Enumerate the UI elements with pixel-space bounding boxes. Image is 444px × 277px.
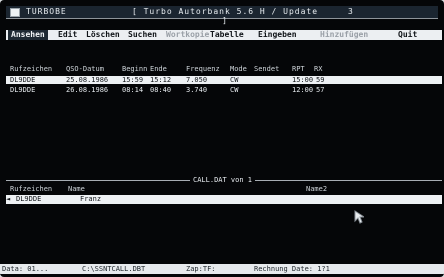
- cell-mode: CW: [230, 86, 239, 94]
- cell-rufzeichen: DL9DDE: [10, 76, 36, 84]
- col-name: Name: [68, 185, 85, 193]
- menu-bar: Ansehen Edit Löschen Suchen Wortkopie Ta…: [6, 30, 442, 40]
- cell-rufzeichen: DL9DDE: [10, 86, 36, 94]
- cell-rpt: 12:00: [292, 86, 314, 94]
- menu-wortkopie[interactable]: Wortkopie: [166, 30, 209, 40]
- col-beginn: Beginn: [122, 65, 148, 73]
- row-pointer-icon: ◄: [6, 195, 11, 203]
- cell-rpt: 15:00: [292, 76, 314, 84]
- cell-beginn: 08:14: [122, 86, 144, 94]
- cell-mode: CW: [230, 76, 239, 84]
- col-rpt: RPT: [292, 65, 305, 73]
- menu-loeschen[interactable]: Löschen: [86, 30, 120, 40]
- menu-edit[interactable]: Edit: [58, 30, 77, 40]
- menu-eingeben[interactable]: Eingeben: [258, 30, 297, 40]
- cell-beginn: 15:59: [122, 76, 144, 84]
- cell-rx: 57: [316, 86, 325, 94]
- cell-rufzeichen: DL9DDE: [16, 195, 42, 203]
- menu-hinzufuegen[interactable]: Hinzufügen: [320, 30, 368, 40]
- mouse-cursor-icon: [354, 210, 364, 224]
- status-zoom: Zap:TF:: [186, 265, 216, 273]
- col-mode: Mode: [230, 65, 247, 73]
- app-screen: TURBOBE [ Turbo Autorbank 5.6 H / Update…: [0, 0, 444, 277]
- sub-table-row[interactable]: DL9DDE Franz: [6, 195, 442, 204]
- cell-frequenz: 7.050: [186, 76, 208, 84]
- window-title: TURBOBE: [26, 7, 67, 16]
- col-sendet: Sendet: [254, 65, 280, 73]
- cell-name: Franz: [80, 195, 102, 203]
- cell-ende: 08:40: [150, 86, 172, 94]
- cell-ende: 15:12: [150, 76, 172, 84]
- status-hint: Rechnung Date: 1?1: [254, 265, 330, 273]
- title-bar: TURBOBE [ Turbo Autorbank 5.6 H / Update…: [6, 6, 438, 25]
- sub-table-header: Rufzeichen Name Name2: [10, 185, 440, 195]
- cell-rx: 59: [316, 76, 325, 84]
- col-rx: RX: [314, 65, 323, 73]
- menu-ansehen[interactable]: Ansehen: [8, 30, 48, 40]
- table-row[interactable]: DL9DDE 26.08.1986 08:14 08:40 3.740 CW 1…: [6, 86, 442, 94]
- menu-quit[interactable]: Quit: [398, 30, 417, 40]
- col-name2: Name2: [306, 185, 328, 193]
- cell-qso-datum: 26.08.1986: [66, 86, 109, 94]
- panel-title: CALL.DAT von 1: [190, 176, 256, 184]
- table-row[interactable]: DL9DDE 25.08.1986 15:59 15:12 7.050 CW 1…: [6, 76, 442, 84]
- status-bar: Data: 01... C:\SSNTCALL.DBT Zap:TF: Rech…: [0, 264, 444, 274]
- status-path: C:\SSNTCALL.DBT: [82, 265, 146, 273]
- close-icon[interactable]: 3: [348, 7, 353, 16]
- col-ende: Ende: [150, 65, 167, 73]
- menu-tabelle[interactable]: Tabelle: [210, 30, 244, 40]
- cell-qso-datum: 25.08.1986: [66, 76, 109, 84]
- app-title: [ Turbo Autorbank 5.6 H / Update ]: [131, 7, 319, 25]
- col-qso-datum: QSO-Datum: [66, 65, 104, 73]
- col-rufzeichen: Rufzeichen: [10, 65, 53, 73]
- col-frequenz: Frequenz: [186, 65, 220, 73]
- col-rufzeichen: Rufzeichen: [10, 185, 53, 193]
- status-text: Data: 01...: [2, 265, 49, 273]
- menu-suchen[interactable]: Suchen: [128, 30, 157, 40]
- window-icon: [10, 8, 20, 17]
- cell-frequenz: 3.740: [186, 86, 208, 94]
